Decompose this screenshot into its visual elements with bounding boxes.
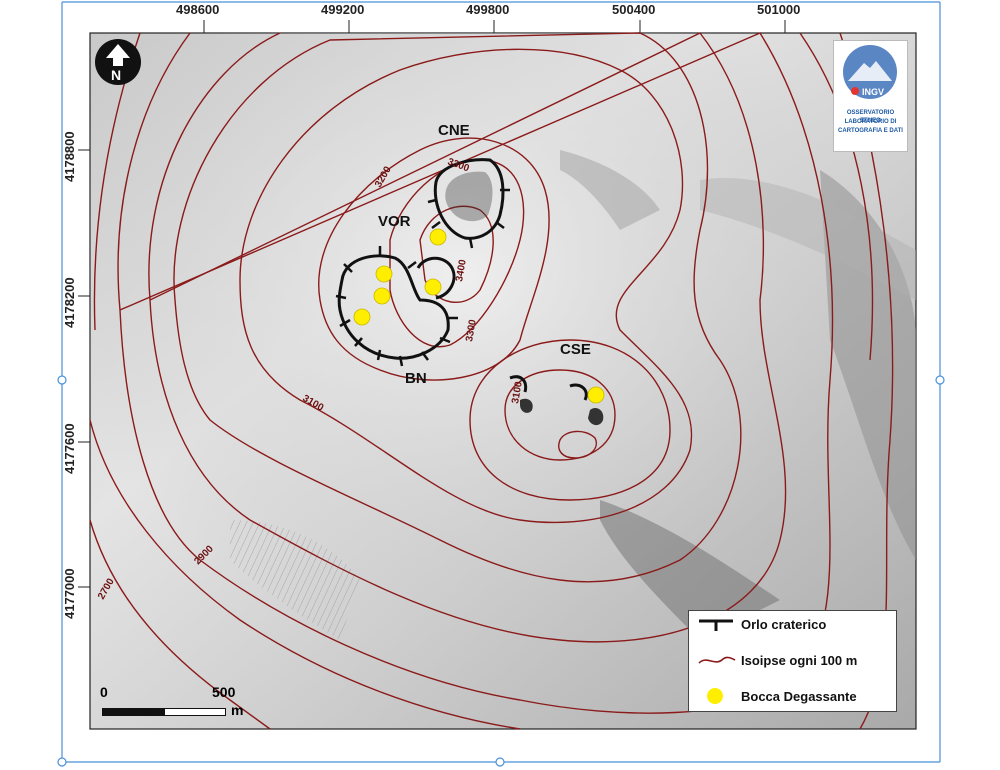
crater-label-cse: CSE [560,341,591,358]
logo-subtitle-line: LABORATORIO DI [844,119,897,125]
crater-rim-symbol-icon [697,613,737,635]
coord-top-label: 500400 [612,2,656,17]
contour-symbol-icon [697,649,737,671]
logo-subtitle-line: CARTOGRAFIA E DATI [838,128,903,134]
selection-handle-bottom-left[interactable] [57,757,67,767]
vent-marker [429,228,447,246]
north-arrow-letter: N [111,67,121,83]
north-arrow: N [95,39,141,85]
crater-label-bn: BN [405,370,427,387]
selection-handle-bottom[interactable] [495,757,505,767]
logo-dot-icon [851,87,859,95]
legend-label: Bocca Degassante [741,688,857,704]
vent-marker [353,308,371,326]
scale-end-label: 500 [212,684,236,700]
logo-wordmark: INGV [862,87,885,97]
coord-left-label: 4178800 [62,131,77,182]
legend-item-vent: Bocca Degassante [697,685,857,707]
legend-item-crater-rim: Orlo craterico [697,613,826,635]
coord-left-label: 4178200 [62,277,77,328]
legend-label: Orlo craterico [741,616,827,632]
scale-segment-light [164,708,226,716]
ingv-logo: INGV OSSERVATORIO ETNEO LABORATORIO DI C… [833,40,908,152]
selection-handle-left[interactable] [57,375,67,385]
coord-top-label: 498600 [176,2,220,17]
coord-left-label: 4177000 [62,568,77,619]
coord-top-label: 501000 [757,2,801,17]
scale-unit-label: m [231,702,244,718]
selection-handle-right[interactable] [935,375,945,385]
map-legend: Orlo craterico Isoipse ogni 100 m Bocca … [688,610,897,712]
crater-label-cne: CNE [438,122,470,139]
vent-marker [375,265,393,283]
coord-top-label: 499800 [466,2,510,17]
crater-label-vor: VOR [378,213,411,230]
legend-item-contours: Isoipse ogni 100 m [697,649,857,671]
vent-marker [587,386,605,404]
vent-symbol-icon [697,685,737,707]
scale-segment-dark [102,708,164,716]
vent-marker [373,287,391,305]
scale-start-label: 0 [100,684,108,700]
legend-label: Isoipse ogni 100 m [741,652,858,668]
coord-left-label: 4177600 [62,423,77,474]
coord-top-label: 499200 [321,2,365,17]
vent-marker [424,278,442,296]
scale-bar: 0 500 m [98,684,248,724]
